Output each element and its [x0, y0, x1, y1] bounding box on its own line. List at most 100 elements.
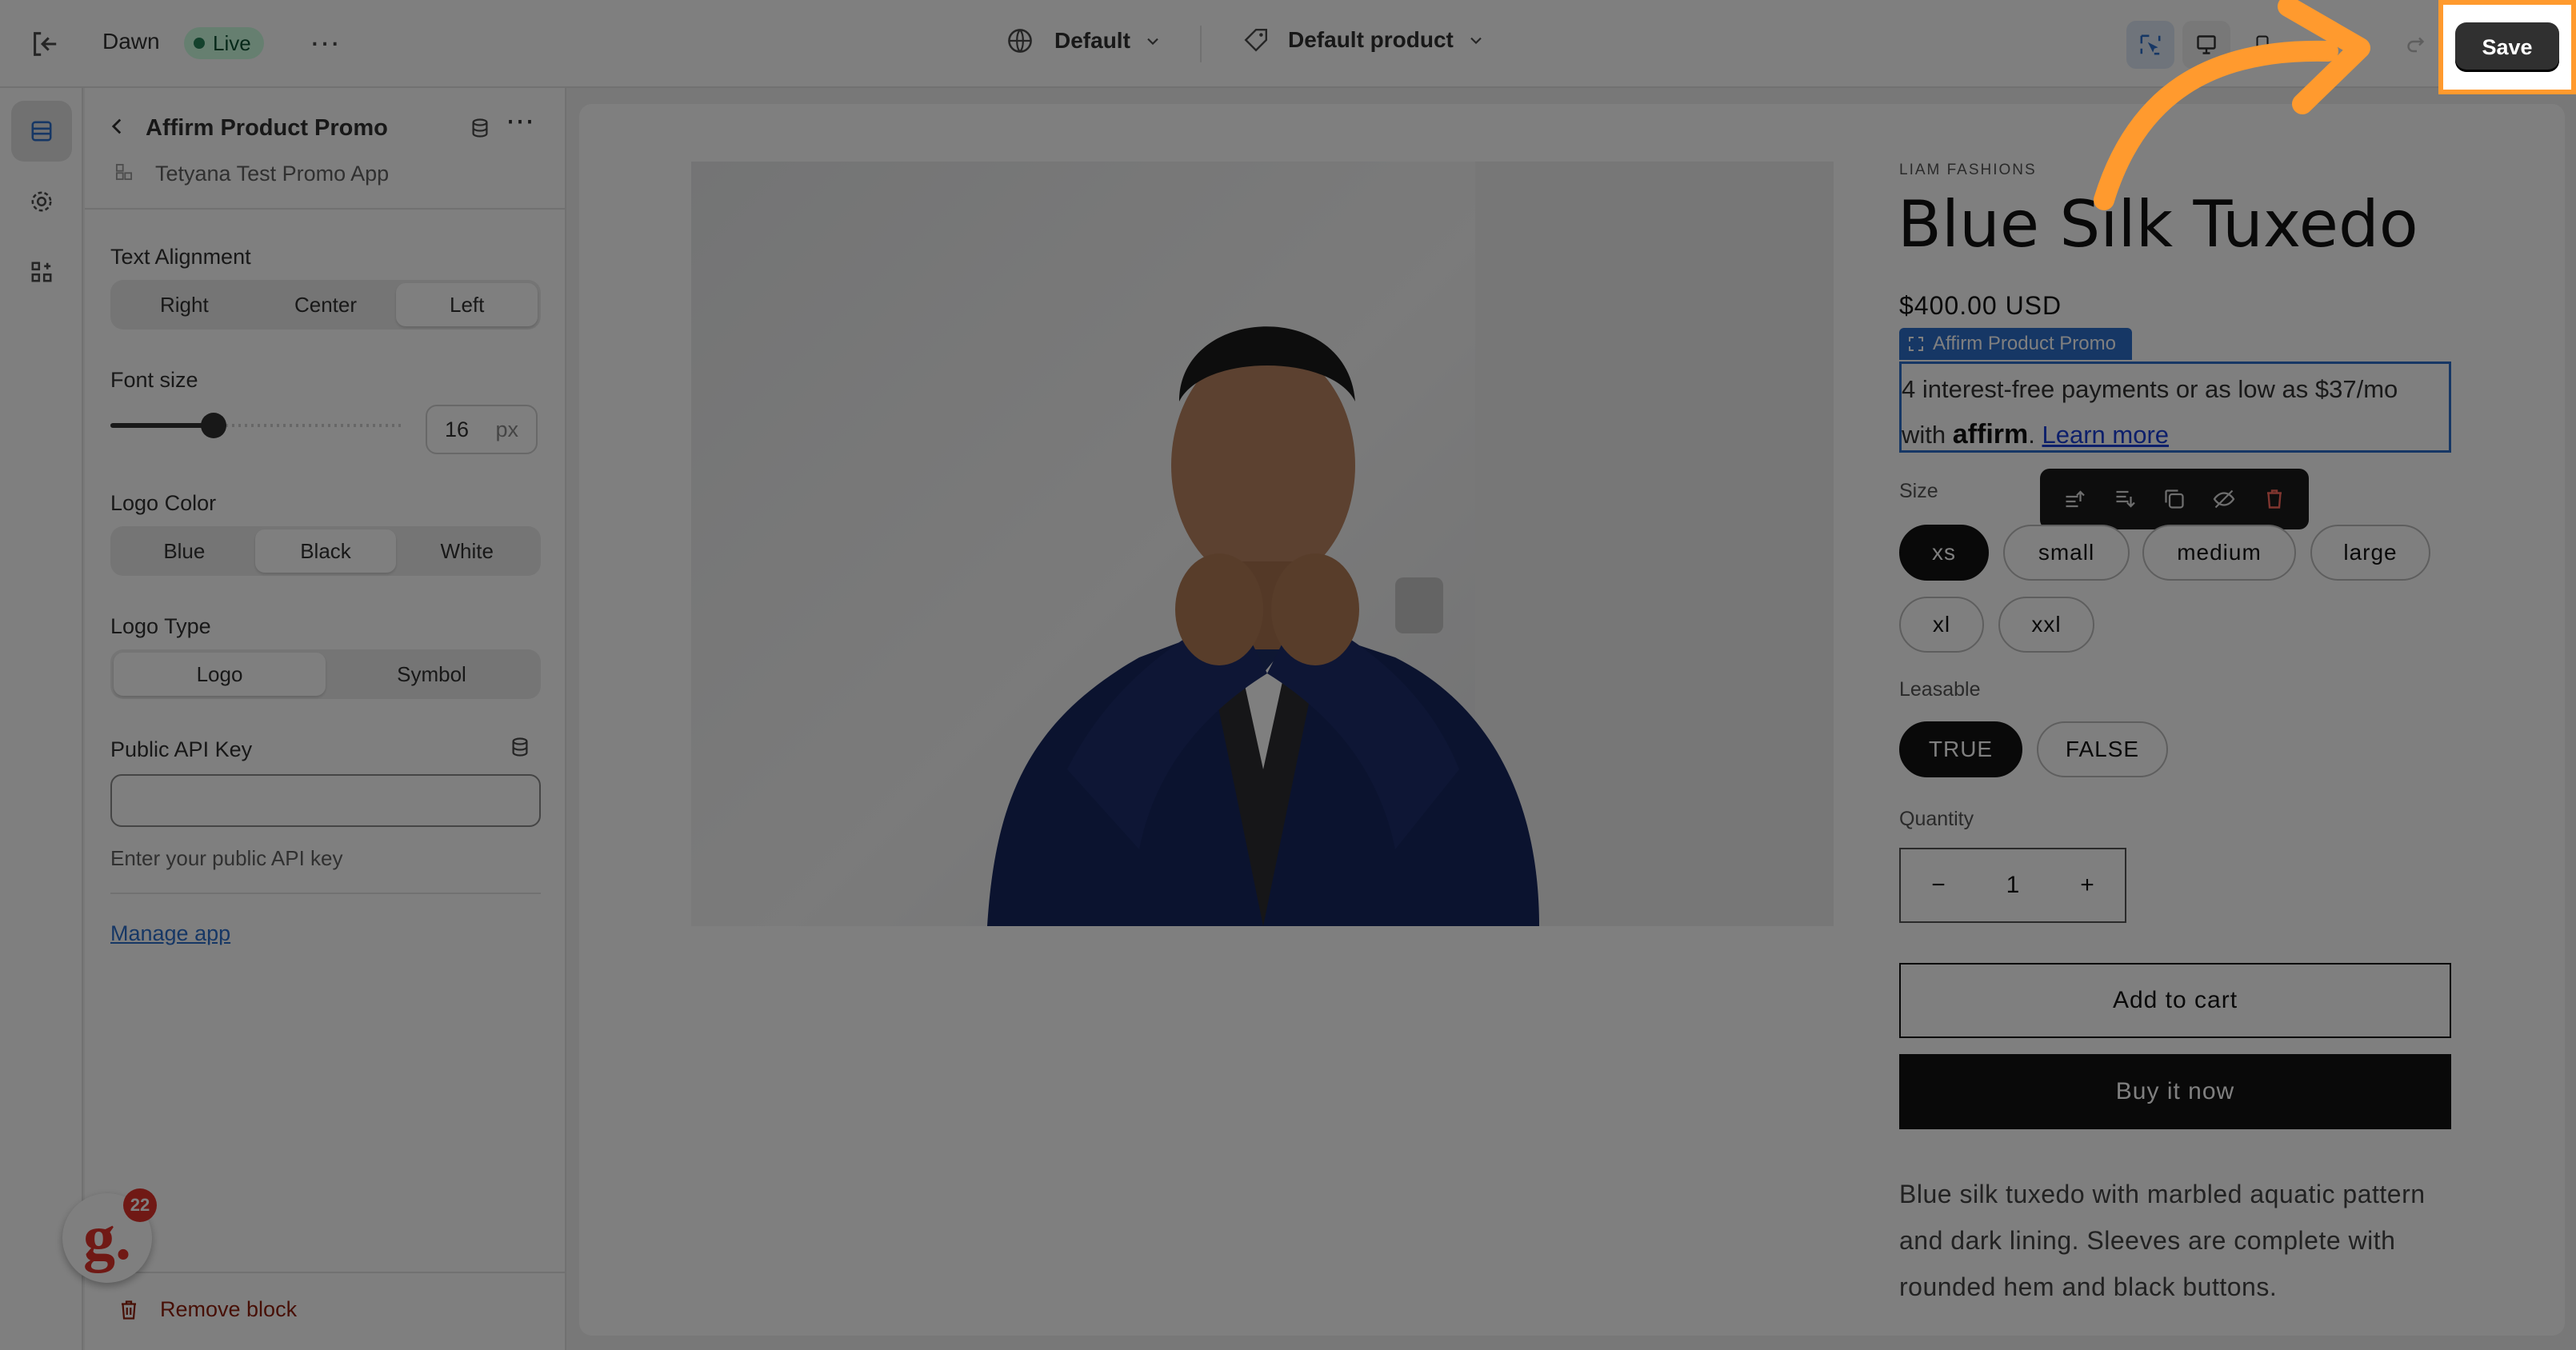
database-icon[interactable] — [469, 117, 491, 139]
gear-icon — [31, 191, 52, 212]
more-actions-button[interactable]: … — [309, 18, 341, 54]
notification-count: 22 — [123, 1188, 157, 1222]
font-size-value: 16 — [445, 417, 470, 441]
logo-type-label: Logo Type — [110, 614, 211, 638]
description-line: rounded hem and black buttons. — [1899, 1272, 2278, 1301]
quantity-decrease-button[interactable]: − — [1901, 872, 1976, 899]
font-size-input[interactable]: 16 px — [426, 405, 538, 454]
sections-icon — [31, 121, 52, 142]
api-key-input[interactable] — [110, 774, 541, 827]
block-more-button[interactable]: ⋯ — [506, 104, 534, 138]
buy-now-button[interactable]: Buy it now — [1899, 1054, 2451, 1129]
align-center-option[interactable]: Center — [255, 283, 397, 326]
description-line: Blue silk tuxedo with marbled aquatic pa… — [1899, 1180, 2426, 1208]
affirm-promo-line2: with affirm. Learn more — [1902, 412, 2449, 457]
theme-name: Dawn — [102, 29, 160, 54]
description-line: and dark lining. Sleeves are complete wi… — [1899, 1226, 2396, 1255]
align-right-option[interactable]: Right — [114, 283, 255, 326]
size-option-xl[interactable]: xl — [1899, 597, 1984, 653]
logo-type-symbol[interactable]: Symbol — [326, 653, 538, 696]
app-icon — [114, 162, 134, 182]
tuxedo-model-image — [987, 162, 1834, 926]
affirm-logo: affirm — [1952, 419, 2029, 449]
affirm-block-tag-label: Affirm Product Promo — [1933, 333, 2116, 354]
back-button[interactable] — [106, 115, 128, 138]
align-left-option[interactable]: Left — [396, 283, 538, 326]
size-option-large[interactable]: large — [2310, 525, 2430, 581]
size-label: Size — [1899, 480, 1938, 502]
size-option-xxl[interactable]: xxl — [1998, 597, 2094, 653]
font-size-slider[interactable] — [110, 413, 405, 438]
exit-icon[interactable] — [29, 29, 59, 59]
live-badge: Live — [184, 27, 264, 59]
api-key-help: Enter your public API key — [110, 846, 343, 870]
block-settings-panel: Affirm Product Promo ⋯ Tetyana Test Prom… — [85, 88, 566, 1350]
panel-subtitle: Tetyana Test Promo App — [155, 162, 390, 186]
helper-logo-icon: g. — [83, 1202, 131, 1273]
logo-color-white[interactable]: White — [396, 529, 538, 573]
globe-icon — [1006, 27, 1034, 54]
arrow-annotation-icon — [2094, 0, 2370, 210]
block-frame-icon — [1909, 337, 1923, 351]
product-vendor: LIAM FASHIONS — [1899, 162, 2037, 178]
tag-icon — [1243, 27, 1269, 53]
logo-color-blue[interactable]: Blue — [114, 529, 255, 573]
panel-header-divider — [85, 208, 566, 210]
storefront-preview: LIAM FASHIONS Blue Silk Tuxedo $400.00 U… — [579, 104, 2565, 1336]
quantity-label: Quantity — [1899, 808, 1974, 830]
add-to-cart-button[interactable]: Add to cart — [1899, 963, 2451, 1038]
font-size-unit: px — [495, 417, 518, 441]
product-image[interactable] — [691, 162, 1834, 926]
block-toolbar — [2040, 469, 2309, 529]
leasable-label: Leasable — [1899, 678, 1981, 701]
remove-divider — [85, 1272, 566, 1273]
delete-icon[interactable] — [2262, 487, 2286, 511]
live-label: Live — [213, 30, 251, 55]
slider-thumb[interactable] — [201, 413, 226, 438]
affirm-block-tag: Affirm Product Promo — [1899, 328, 2132, 360]
quantity-stepper: − 1 + — [1899, 848, 2126, 923]
move-down-icon[interactable] — [2113, 487, 2137, 511]
move-up-icon[interactable] — [2062, 487, 2086, 511]
logo-color-black[interactable]: Black — [254, 529, 397, 573]
leasable-true[interactable]: TRUE — [1899, 721, 2022, 777]
leasable-false[interactable]: FALSE — [2037, 721, 2168, 777]
api-key-label: Public API Key — [110, 737, 253, 761]
chevron-down-icon — [1143, 31, 1162, 50]
hide-icon[interactable] — [2212, 487, 2236, 511]
size-option-small[interactable]: small — [2003, 525, 2130, 581]
left-rail — [0, 88, 83, 1350]
quantity-increase-button[interactable]: + — [2050, 872, 2125, 899]
database-icon[interactable] — [509, 736, 531, 758]
remove-block-button[interactable]: Remove block — [117, 1297, 297, 1322]
quantity-value[interactable]: 1 — [1976, 872, 2050, 899]
manage-app-link[interactable]: Manage app — [110, 921, 230, 946]
text-alignment-control: Right Center Left — [110, 280, 541, 330]
learn-more-link[interactable]: Learn more — [2042, 421, 2169, 449]
logo-color-control: Blue Black White — [110, 526, 541, 576]
product-selector[interactable]: Default product — [1243, 27, 1486, 53]
product-price: $400.00 USD — [1899, 291, 2062, 320]
save-button[interactable]: Save — [2455, 22, 2559, 72]
product-label: Default product — [1288, 27, 1454, 52]
affirm-period: . — [2028, 421, 2035, 449]
panel-title: Affirm Product Promo — [146, 115, 388, 141]
trash-icon — [122, 1300, 136, 1320]
duplicate-icon[interactable] — [2162, 487, 2186, 511]
chevron-down-icon — [1466, 30, 1486, 50]
sections-button[interactable] — [11, 101, 72, 162]
settings-divider — [110, 893, 541, 894]
logo-color-label: Logo Color — [110, 491, 217, 515]
theme-settings-button[interactable] — [11, 171, 72, 232]
apps-button[interactable] — [11, 242, 72, 302]
affirm-promo-block[interactable]: 4 interest-free payments or as low as $3… — [1899, 361, 2451, 453]
slider-fill — [110, 423, 214, 428]
helper-app-bubble[interactable]: g. 22 — [62, 1188, 157, 1283]
remove-block-label: Remove block — [160, 1297, 298, 1321]
size-option-medium[interactable]: medium — [2142, 525, 2296, 581]
size-option-xs[interactable]: xs — [1899, 525, 1989, 581]
logo-type-control: Logo Symbol — [110, 649, 541, 699]
logo-type-logo[interactable]: Logo — [114, 653, 326, 696]
live-dot-icon — [194, 38, 205, 49]
template-selector[interactable]: Default — [1006, 27, 1162, 54]
